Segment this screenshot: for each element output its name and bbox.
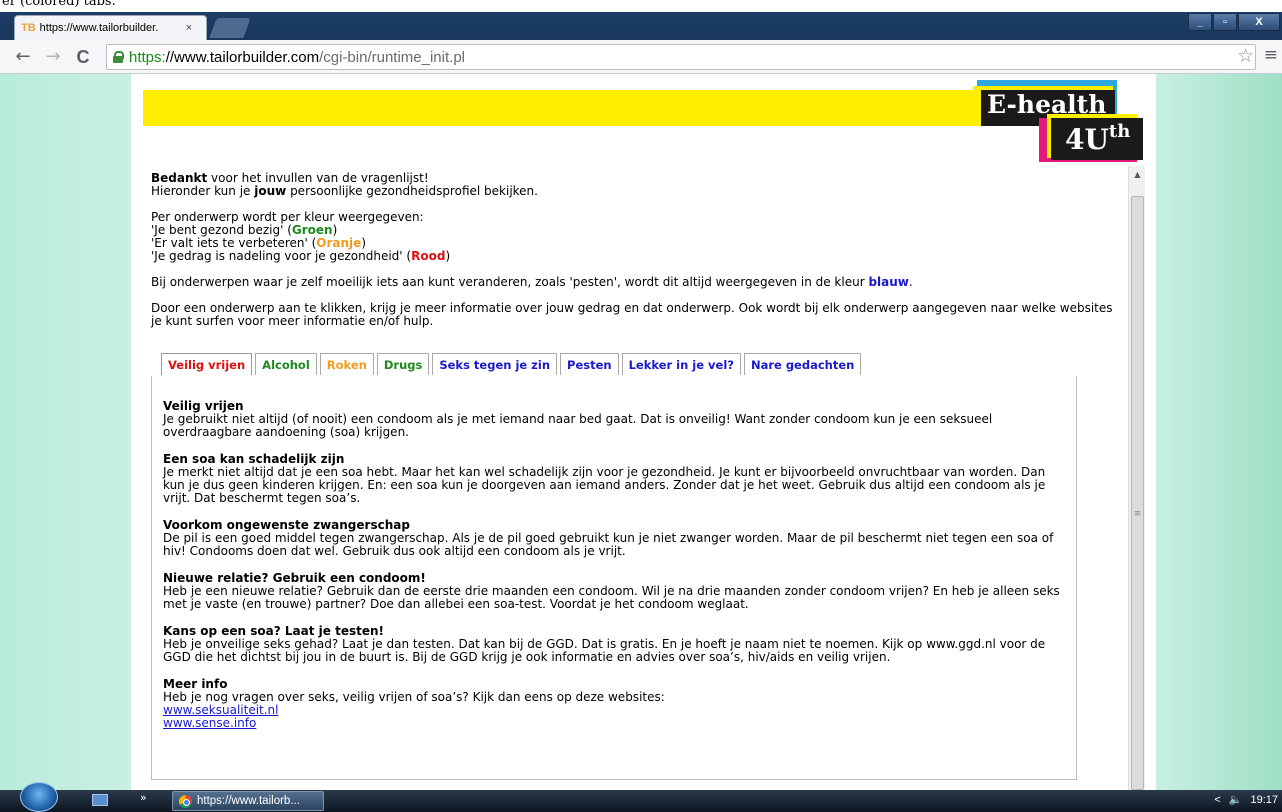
- show-desktop-icon[interactable]: [92, 794, 108, 806]
- ehealth-logo: E-health 4Uth: [973, 80, 1145, 162]
- tab-veilig-vrijen[interactable]: Veilig vrijen: [161, 353, 253, 375]
- window-controls: _ ▫ X: [1188, 13, 1280, 31]
- blue-note: Bij onderwerpen waar je zelf moeilijk ie…: [151, 275, 913, 289]
- topic-tabs: Veilig vrijen Alcohol Roken Drugs Seks t…: [161, 353, 862, 375]
- taskbar-chrome-button[interactable]: https://www.tailorb...: [172, 791, 324, 811]
- scroll-up-icon[interactable]: ▲: [1129, 166, 1146, 183]
- browser-window-chrome: TB https://www.tailorbuilder. × _ ▫ X ← …: [0, 12, 1282, 74]
- section-body: Heb je onveilige seks gehad? Laat je dan…: [163, 637, 1046, 664]
- url-path: /cgi-bin/runtime_init.pl: [319, 48, 465, 66]
- tab-title: https://www.tailorbuilder.: [39, 22, 159, 34]
- intro-content: Bedankt voor het invullen van de vragenl…: [151, 172, 1121, 341]
- link-sense[interactable]: www.sense.info: [163, 717, 1063, 730]
- link-seksualiteit[interactable]: www.seksualiteit.nl: [163, 704, 1063, 717]
- tab-drugs[interactable]: Drugs: [376, 353, 430, 375]
- bookmark-star-icon[interactable]: ☆: [1237, 45, 1254, 67]
- maximize-button[interactable]: ▫: [1213, 13, 1237, 31]
- browser-tab[interactable]: TB https://www.tailorbuilder. ×: [14, 15, 207, 40]
- section: Nieuwe relatie? Gebruik een condoom! Heb…: [163, 572, 1063, 611]
- reload-icon[interactable]: C: [72, 46, 94, 68]
- topic-panel-content: Veilig vrijen Je gebruikt niet altijd (o…: [163, 400, 1063, 744]
- click-note: Door een onderwerp aan te klikken, krijg…: [151, 301, 1113, 328]
- back-icon[interactable]: ←: [12, 46, 34, 68]
- intro-text: Bedankt voor het invullen van de vragenl…: [151, 171, 538, 198]
- clock[interactable]: 19:17: [1250, 794, 1278, 806]
- tab-alcohol[interactable]: Alcohol: [255, 353, 317, 375]
- section-body: Heb je een nieuwe relatie? Gebruik dan d…: [163, 584, 1060, 611]
- tray-expand-icon[interactable]: <: [1214, 794, 1220, 806]
- tab-nare-gedachten[interactable]: Nare gedachten: [743, 353, 862, 375]
- content-scroll-pane[interactable]: Bedankt voor het invullen van de vragenl…: [143, 166, 1145, 790]
- header-banner: [143, 90, 973, 126]
- url-host: //www.tailorbuilder.com: [165, 48, 320, 66]
- logo-line1: E-health: [987, 90, 1107, 119]
- start-button[interactable]: [20, 782, 58, 812]
- tab-pesten[interactable]: Pesten: [560, 353, 619, 375]
- address-bar[interactable]: https://www.tailorbuilder.com/cgi-bin/ru…: [106, 44, 1256, 70]
- tab-lekker-in-je-vel[interactable]: Lekker in je vel?: [621, 353, 741, 375]
- vertical-scrollbar[interactable]: ▲ ≡: [1128, 166, 1145, 790]
- page-viewport: E-health 4Uth Bedankt voor het invullen …: [0, 74, 1282, 790]
- page-top-text: er (colored) tabs.: [2, 0, 116, 9]
- chrome-icon: [179, 794, 192, 808]
- lock-icon: [113, 51, 124, 63]
- color-legend: Per onderwerp wordt per kleur weergegeve…: [151, 210, 451, 263]
- page-top-sliver: er (colored) tabs.: [0, 0, 1282, 12]
- tab-roken[interactable]: Roken: [319, 353, 374, 375]
- minimize-button[interactable]: _: [1188, 13, 1212, 31]
- section: Kans op een soa? Laat je testen! Heb je …: [163, 625, 1063, 664]
- menu-icon[interactable]: ≡: [1264, 45, 1278, 65]
- quick-launch-more-icon[interactable]: »: [140, 791, 147, 804]
- browser-toolbar: ← → C https://www.tailorbuilder.com/cgi-…: [0, 40, 1282, 74]
- forward-icon[interactable]: →: [42, 46, 64, 68]
- scroll-thumb[interactable]: ≡: [1131, 196, 1144, 790]
- windows-taskbar: » https://www.tailorb... < 🔈 19:17: [0, 782, 1282, 812]
- section-body: Je merkt niet altijd dat je een soa hebt…: [163, 465, 1046, 505]
- url-scheme: https:: [129, 48, 166, 66]
- volume-icon[interactable]: 🔈: [1229, 793, 1243, 806]
- section-body: Heb je nog vragen over seks, veilig vrij…: [163, 690, 665, 704]
- tab-close-icon[interactable]: ×: [186, 22, 192, 34]
- section-body: Je gebruikt niet altijd (of nooit) een c…: [163, 412, 993, 439]
- section-body: De pil is een goed middel tegen zwangers…: [163, 531, 1054, 558]
- topic-panel: Veilig vrijen Je gebruikt niet altijd (o…: [151, 376, 1077, 780]
- section: Voorkom ongewenste zwangerschap De pil i…: [163, 519, 1063, 558]
- scroll-grip-icon: ≡: [1133, 509, 1142, 519]
- logo-line2: 4Uth: [1065, 121, 1131, 156]
- section: Veilig vrijen Je gebruikt niet altijd (o…: [163, 400, 1063, 439]
- page-container: E-health 4Uth Bedankt voor het invullen …: [131, 74, 1156, 790]
- taskbar-item-label: https://www.tailorb...: [197, 795, 300, 807]
- close-window-button[interactable]: X: [1238, 13, 1280, 31]
- tab-seks-tegen-je-zin[interactable]: Seks tegen je zin: [432, 353, 558, 375]
- meer-info-section: Meer info Heb je nog vragen over seks, v…: [163, 678, 1063, 730]
- section: Een soa kan schadelijk zijn Je merkt nie…: [163, 453, 1063, 505]
- new-tab-button[interactable]: [209, 18, 251, 38]
- system-tray: < 🔈 19:17: [1214, 793, 1278, 807]
- favicon-icon: TB: [21, 22, 36, 34]
